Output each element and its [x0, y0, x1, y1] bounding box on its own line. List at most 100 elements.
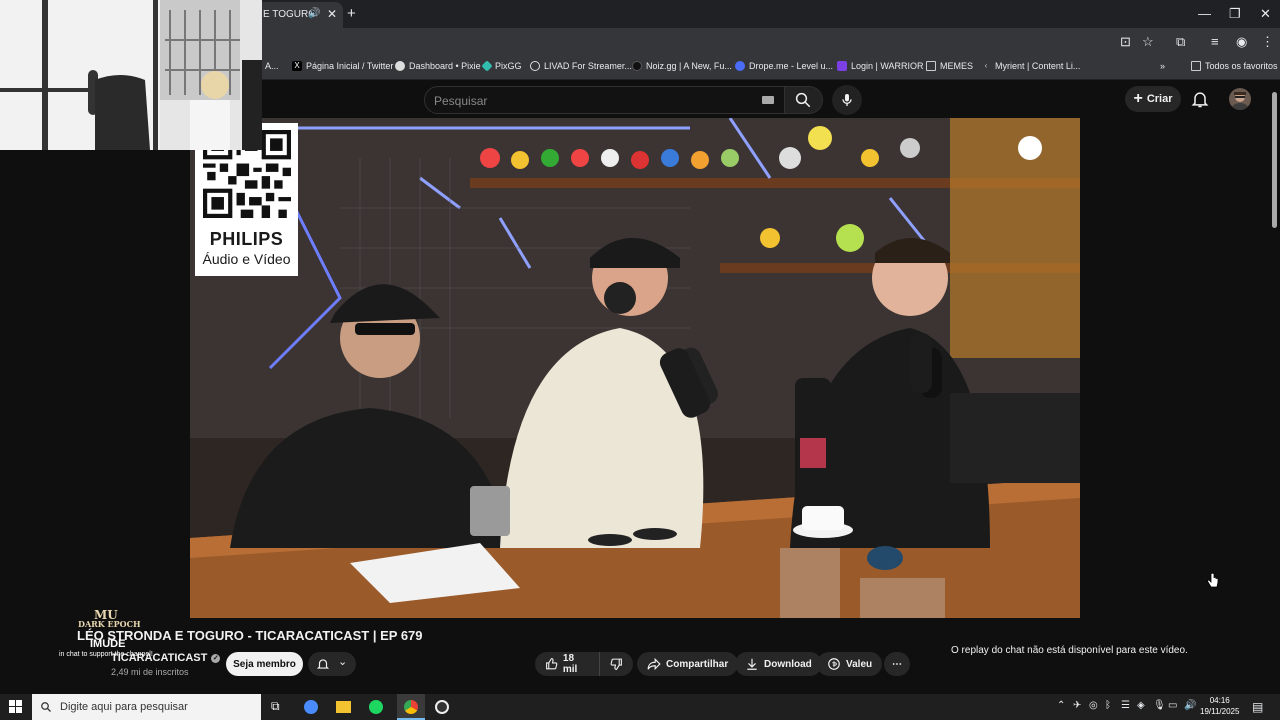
close-tab-icon[interactable]: ✕ [327, 7, 337, 21]
search-box[interactable] [424, 86, 785, 114]
volume-icon[interactable]: 🔊 [1184, 700, 1196, 711]
file-explorer-icon[interactable] [336, 701, 351, 713]
restore-icon[interactable]: ❐ [1229, 6, 1241, 22]
more-bookmarks-icon[interactable]: » [1160, 61, 1165, 71]
tray-app-icon[interactable]: ☰ [1121, 700, 1130, 711]
browser-tab[interactable]: E TOGURO 🔊 ✕ [255, 2, 343, 28]
chat-support-note: in chat to support the channel! [59, 651, 153, 658]
thumbs-down-icon [610, 658, 622, 670]
media-control-icon[interactable]: ≡ [1211, 34, 1219, 49]
webcam-frame [0, 0, 262, 150]
download-button[interactable]: Download [735, 652, 822, 676]
search-input[interactable] [434, 92, 754, 110]
microphone-icon[interactable]: 🎙 [1153, 700, 1166, 711]
plus-icon: + [1133, 90, 1143, 107]
create-button[interactable]: + Criar [1125, 86, 1181, 112]
bookmark-label: PixGG [495, 61, 522, 71]
bell-icon [316, 659, 330, 669]
install-app-icon[interactable]: ⊡ [1120, 34, 1131, 50]
spotify-icon[interactable] [369, 700, 383, 714]
tray-app-icon[interactable]: ◈ [1137, 700, 1145, 711]
folder-icon [1191, 61, 1201, 71]
minimize-icon[interactable]: — [1198, 6, 1211, 21]
keyboard-icon[interactable] [762, 96, 774, 104]
join-button[interactable]: Seja membro [226, 652, 303, 676]
thanks-label: Valeu [846, 658, 873, 670]
windows-taskbar: Digite aqui para pesquisar ⧉ ⌃ ✈ ◎ ᛒ ☰ ◈… [0, 694, 1280, 720]
network-icon[interactable]: ▭ [1168, 700, 1177, 711]
like-button[interactable]: 18 mil [535, 652, 599, 676]
star-icon[interactable]: ☆ [1142, 34, 1154, 50]
globe-icon [395, 61, 405, 71]
clock-time: 04:16 [1209, 696, 1230, 705]
task-view-icon[interactable]: ⧉ [271, 699, 280, 714]
profile-icon[interactable]: ◉ [1236, 34, 1247, 50]
obs-icon[interactable] [435, 700, 449, 714]
bookmark-label: Drope.me - Level u... [749, 61, 834, 71]
myrient-icon: ‹ [984, 61, 988, 70]
share-icon [647, 657, 661, 671]
bookmark-item[interactable]: Dashboard • Pixie [395, 61, 481, 71]
sponsor-brand: PHILIPS [209, 229, 284, 249]
dislike-button[interactable] [599, 652, 633, 676]
clock-date: 19/11/2025 [1200, 707, 1240, 716]
system-clock[interactable]: 04:16 19/11/2025 [1200, 695, 1239, 717]
page-scrollbar[interactable] [1272, 92, 1277, 228]
subscriber-count: 2,49 mi de inscritos [111, 667, 189, 677]
hand-cursor-icon [1207, 573, 1219, 588]
menu-icon[interactable]: ⋮ [1261, 34, 1274, 50]
search-button[interactable] [785, 86, 823, 114]
chrome-icon[interactable] [397, 694, 425, 720]
bookmark-label: Login | WARRIOR [851, 61, 924, 71]
sponsor-subtitle: Áudio e Vídeo [202, 251, 291, 267]
bookmark-item[interactable]: Drope.me - Level u... [735, 61, 833, 71]
bookmark-label: A... [265, 61, 279, 71]
bookmark-label: Myrient | Content Li... [995, 61, 1081, 71]
more-icon: ⋯ [892, 658, 902, 670]
new-tab-icon[interactable]: + [347, 5, 356, 22]
warrior-icon [837, 61, 847, 71]
notifications-button[interactable] [1190, 89, 1210, 109]
close-window-icon[interactable]: ✕ [1260, 6, 1271, 22]
bookmark-item[interactable]: Noiz.gg | A New, Fu... [632, 61, 732, 71]
subscribed-notifications-button[interactable]: ⌄ [308, 652, 356, 676]
copilot-icon[interactable] [304, 700, 318, 714]
extensions-icon[interactable]: ⧉ [1176, 34, 1185, 50]
thanks-button[interactable]: Valeu [817, 652, 883, 676]
share-button[interactable]: Compartilhar [637, 652, 739, 676]
bookmark-item[interactable]: PixGG [481, 60, 522, 72]
search-icon [795, 92, 811, 108]
bookmark-item[interactable]: LIVAD For Streamer... [530, 61, 632, 71]
other-bookmarks[interactable]: Todos os favoritos [1191, 61, 1278, 71]
like-count: 18 mil [562, 653, 578, 675]
bookmark-item[interactable]: A... [265, 61, 279, 71]
bookmark-item[interactable]: MEMES [926, 61, 973, 71]
other-bookmarks-label: Todos os favoritos [1205, 61, 1278, 71]
streamer-name: IMUDE [90, 638, 126, 650]
more-actions-button[interactable]: ⋯ [884, 652, 910, 676]
gear-icon [530, 61, 540, 71]
verified-icon: ✓ [211, 653, 221, 663]
discord-icon[interactable]: ◎ [1089, 700, 1098, 711]
bookmark-label: Página Inicial / Twitter [306, 61, 394, 71]
download-label: Download [764, 658, 812, 670]
bookmark-item[interactable]: ‹ Myrient | Content Li... [981, 61, 1081, 71]
speaker-icon[interactable]: 🔊 [308, 8, 320, 19]
tray-app-icon[interactable]: ✈ [1073, 700, 1081, 711]
bookmark-label: MEMES [940, 61, 974, 71]
windows-start-icon[interactable] [9, 700, 23, 714]
taskbar-search-placeholder: Digite aqui para pesquisar [60, 701, 188, 713]
chevron-down-icon: ⌄ [338, 656, 348, 668]
share-label: Compartilhar [666, 658, 729, 670]
bookmark-label: Noiz.gg | A New, Fu... [646, 61, 732, 71]
notifications-icon[interactable]: ▤ [1252, 700, 1263, 714]
bluetooth-icon[interactable]: ᛒ [1105, 700, 1111, 711]
taskbar-search[interactable]: Digite aqui para pesquisar [32, 694, 261, 720]
account-avatar[interactable] [1229, 88, 1251, 110]
bookmark-item[interactable]: X Página Inicial / Twitter [292, 61, 393, 71]
mic-icon [842, 94, 852, 106]
voice-search-button[interactable] [832, 85, 862, 115]
video-player[interactable] [190, 118, 1080, 618]
bookmark-item[interactable]: Login | WARRIOR [837, 61, 924, 71]
tray-overflow-icon[interactable]: ⌃ [1057, 700, 1065, 711]
